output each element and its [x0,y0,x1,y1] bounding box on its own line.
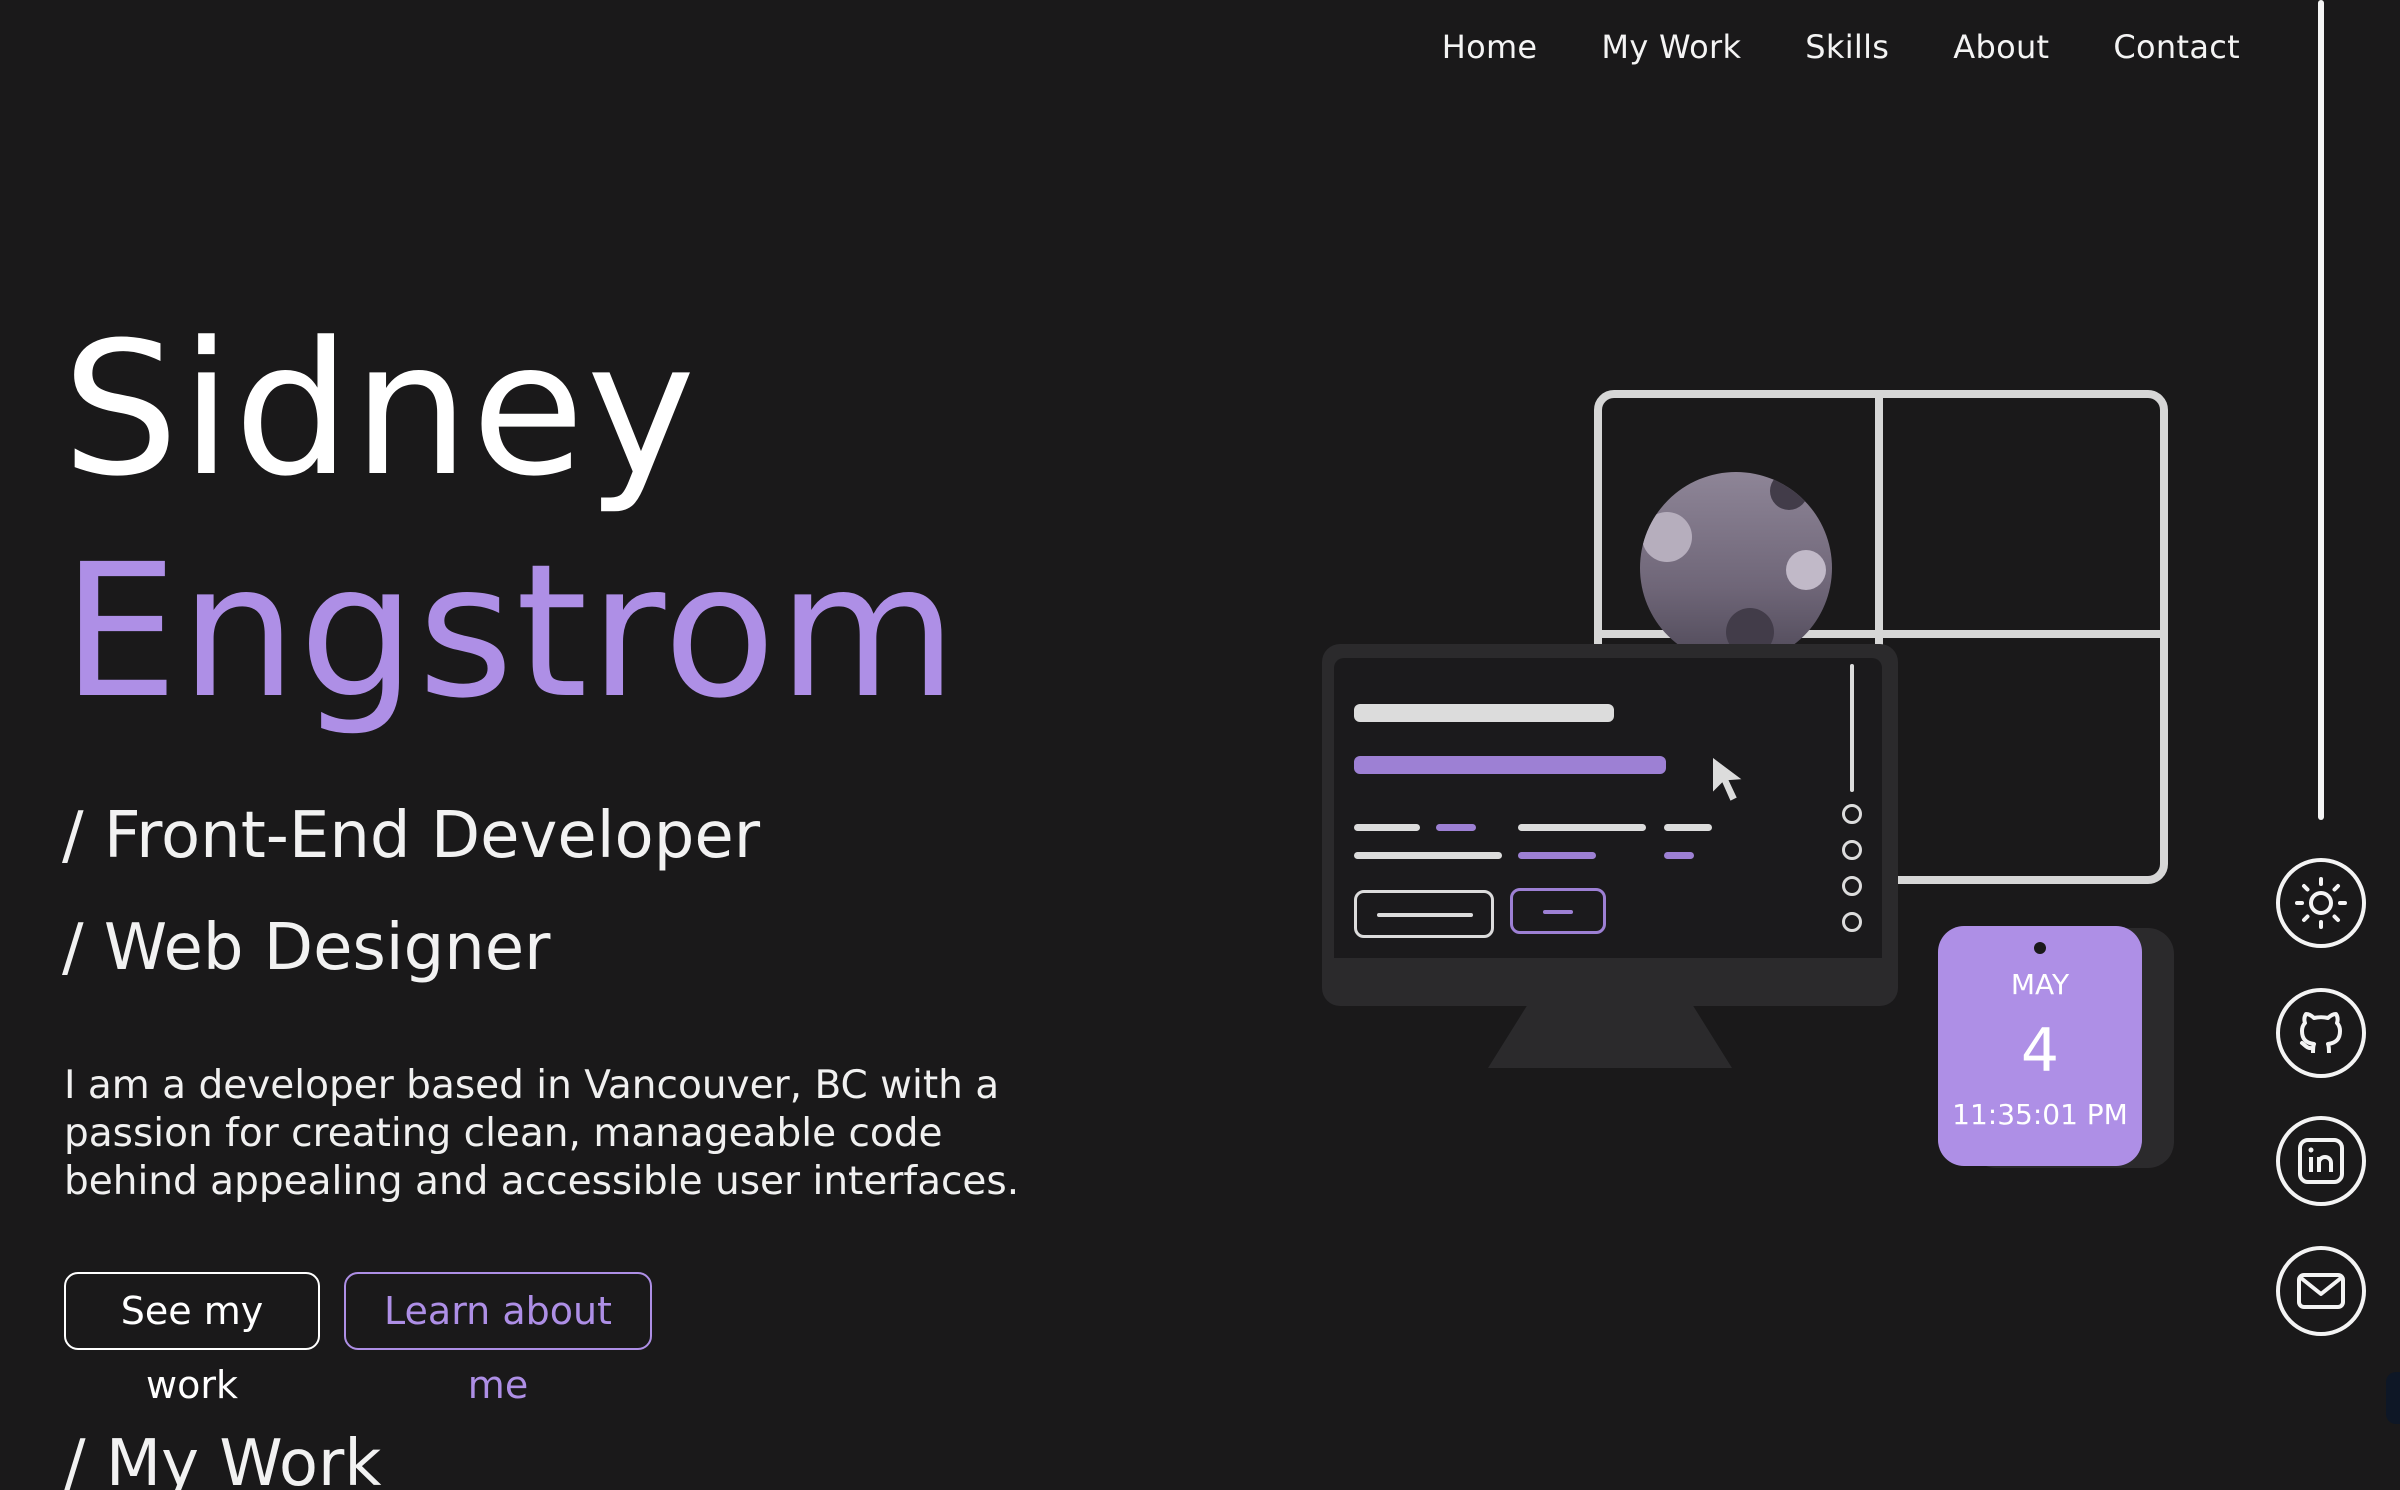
linkedin-button[interactable] [2276,1116,2366,1206]
screen-dot [1842,840,1862,860]
mail-icon [2297,1273,2345,1309]
calendar-day: 4 [2020,1016,2060,1086]
email-button[interactable] [2276,1246,2366,1336]
screen-heading-bar [1354,704,1614,722]
hero-bio: I am a developer based in Vancouver, BC … [64,1063,1020,1204]
hero-last-name: Engstrom [62,525,960,739]
moon-icon [1640,472,1832,664]
screen-accent-bar [1354,756,1666,774]
moon-crater [1770,472,1808,510]
nav-contact-link[interactable]: Contact [2113,28,2240,66]
moon-crater [1786,550,1826,590]
theme-toggle-button[interactable] [2276,858,2366,948]
calendar-widget: MAY 4 11:35:01 PM [1938,926,2142,1166]
hero-first-name: Sidney [62,303,698,517]
role-web-designer: / Web Designer [62,911,551,985]
moon-crater [1642,512,1692,562]
screen-line [1518,852,1596,859]
see-my-work-button[interactable]: See my work [64,1272,320,1407]
screen-dot [1842,912,1862,932]
learn-about-me-button[interactable]: Learn about me [344,1272,652,1407]
monitor-stand [1488,1004,1732,1068]
screen-dot [1842,804,1862,824]
role-front-end: / Front-End Developer [62,799,760,873]
cursor-icon [1711,754,1747,804]
screen-line [1354,824,1420,831]
screen-outline-button [1354,890,1494,938]
screen-button-line [1377,913,1473,917]
calendar-time: 11:35:01 PM [1952,1098,2128,1131]
nav-about-link[interactable]: About [1953,28,2049,66]
linkedin-icon [2298,1138,2344,1184]
calendar-hole [2034,942,2046,954]
screen-line [1436,824,1476,831]
sun-icon [2295,877,2347,929]
screen-line [1518,824,1646,831]
github-icon [2300,1012,2342,1054]
top-nav: Home My Work Skills About Contact [1442,28,2240,66]
edge-tab[interactable] [2386,1372,2400,1424]
screen-dot [1842,876,1862,896]
github-button[interactable] [2276,988,2366,1078]
screen-line [1354,852,1502,859]
nav-my-work-link[interactable]: My Work [1601,28,1741,66]
calendar-month: MAY [2010,968,2070,1001]
screen-line [1664,852,1694,859]
screen-scrollbar [1850,664,1854,792]
window-mullion-vertical [1875,394,1883,650]
sidebar-line [2318,0,2324,820]
my-work-section-title: / My Work [64,1427,382,1490]
hero-illustration: MAY 4 11:35:01 PM [1300,380,2200,1200]
screen-line [1664,824,1712,831]
portfolio-page: Home My Work Skills About Contact Sidney… [0,0,2400,1490]
nav-skills-link[interactable]: Skills [1805,28,1889,66]
screen-button-line [1543,910,1573,914]
nav-home-link[interactable]: Home [1442,28,1538,66]
screen-accent-button [1510,888,1606,934]
